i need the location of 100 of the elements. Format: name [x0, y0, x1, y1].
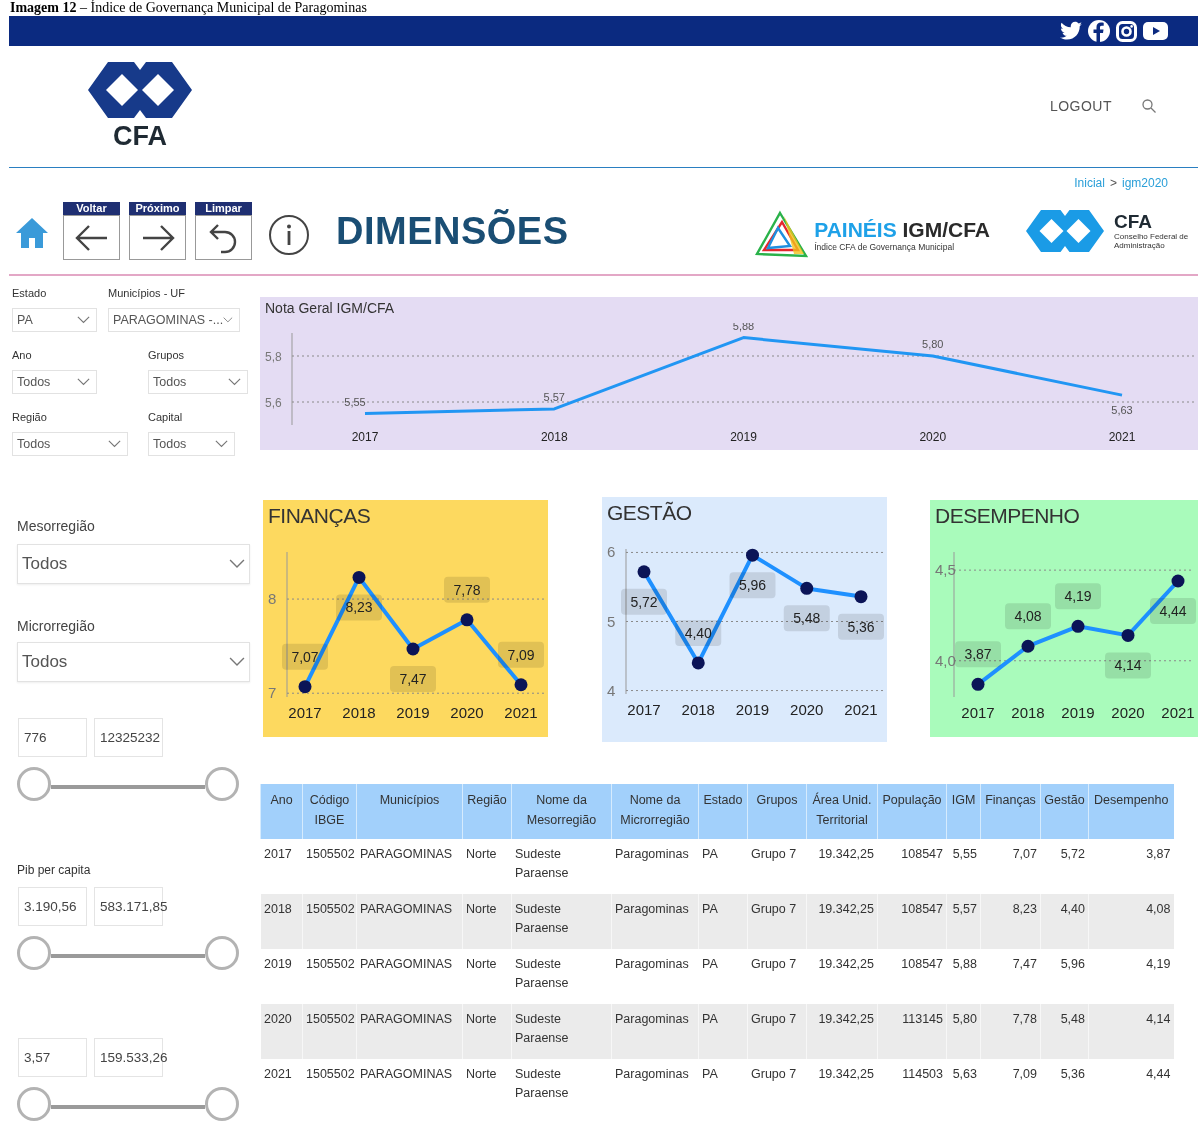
chevron-icon: [77, 316, 90, 324]
slider-thumb[interactable]: [205, 936, 239, 970]
filter-label: Estado: [12, 286, 48, 300]
table-cell: PARAGOMINAS: [356, 894, 463, 949]
slider-thumb[interactable]: [17, 936, 51, 970]
data-label: 4,08: [1014, 608, 1042, 625]
input-field[interactable]: 776: [18, 718, 87, 757]
data-label: 4,40: [675, 619, 722, 646]
chevron-icon: [223, 316, 233, 324]
axis-label: 2019: [1061, 704, 1095, 721]
camera-icon[interactable]: [1116, 20, 1137, 42]
table-cell: 5,57: [946, 894, 981, 949]
data-label: 5,36: [838, 613, 884, 640]
table-cell: 1505502: [302, 894, 357, 949]
slider-track[interactable]: [51, 954, 205, 958]
dropdown[interactable]: Todos: [148, 370, 248, 394]
logo-icon: [88, 62, 192, 118]
data-label: 5,48: [793, 610, 821, 627]
table-cell: PA: [698, 894, 748, 949]
table-cell: 108547: [877, 894, 947, 949]
data-point: [352, 570, 366, 584]
axis-label: 2021: [844, 701, 878, 718]
data-label: 3,87: [964, 646, 992, 663]
slider-thumb[interactable]: [17, 767, 51, 801]
table-cell: Grupo 7: [747, 894, 807, 949]
column-header: Nome da Microrregião: [611, 784, 699, 839]
logout-link[interactable]: LOGOUT: [1049, 98, 1112, 114]
table-cell: Sudeste Paraense: [511, 894, 612, 949]
play-icon[interactable]: [1143, 22, 1168, 40]
input-field[interactable]: 3.190,56: [18, 887, 87, 926]
left-arrow-icon: [74, 223, 109, 252]
filter-label: Região: [12, 410, 48, 424]
dropdown[interactable]: PARAGOMINAS -...: [108, 308, 240, 332]
slider-track[interactable]: [51, 785, 205, 789]
data-label: 4,08: [1005, 603, 1051, 630]
data-label: 7,09: [498, 641, 544, 668]
data-label: 7,07: [291, 648, 319, 665]
data-label: 4,44: [1159, 603, 1187, 619]
home-icon[interactable]: [15, 216, 49, 250]
column-header: Região: [462, 784, 512, 839]
axis-label: 2018: [681, 701, 715, 718]
data-label: 5,96: [738, 577, 767, 594]
table-cell: 7,09: [980, 1059, 1041, 1114]
slider-thumb[interactable]: [205, 1087, 239, 1121]
column-header: Gestão: [1040, 784, 1089, 839]
brand-name: PAINÉIS IGM/CFA: [814, 218, 990, 242]
dropdown[interactable]: Todos: [12, 432, 128, 456]
logo-text: CFA: [113, 122, 167, 150]
dropdown[interactable]: Todos: [17, 642, 250, 682]
column-header: Municípios: [356, 784, 463, 839]
column-header: Código IBGE: [302, 784, 357, 839]
slider-thumb[interactable]: [17, 1087, 51, 1121]
right-arrow-icon: [140, 223, 175, 252]
input-field[interactable]: 3,57: [18, 1038, 87, 1077]
chevron-icon: [215, 440, 228, 448]
org-name: CFA: [1114, 212, 1153, 232]
axis-label: 2021: [1161, 704, 1195, 721]
axis-label: 2020: [919, 430, 947, 444]
logo-icon: [1026, 210, 1104, 252]
data-label: 4,14: [1114, 657, 1142, 674]
data-label: 5,72: [621, 588, 667, 615]
data-label: 7,07: [282, 643, 328, 670]
data-label: 7,09: [507, 646, 535, 663]
dropdown[interactable]: Todos: [17, 544, 250, 584]
circle-logo-icon[interactable]: [1088, 20, 1110, 42]
dropdown[interactable]: PA: [12, 308, 97, 332]
data-point: [746, 548, 759, 562]
info-icon[interactable]: [268, 214, 310, 256]
chart-title: FINANÇAS: [267, 503, 372, 529]
data-label: 5,55: [344, 395, 366, 408]
data-point: [406, 642, 420, 656]
data-label: 4,14: [1105, 652, 1151, 679]
table-cell: 19.342,25: [806, 1004, 878, 1059]
axis-label: 2018: [540, 430, 568, 444]
axis-label: 8: [268, 590, 277, 608]
table-cell: 113145: [877, 1004, 947, 1059]
axis-label: 2019: [396, 704, 430, 721]
bird-icon[interactable]: [1060, 21, 1082, 41]
slider-thumb[interactable]: [205, 767, 239, 801]
table-cell: Paragominas: [611, 1059, 699, 1114]
dropdown[interactable]: Todos: [148, 432, 235, 456]
table-cell: 5,80: [946, 1004, 981, 1059]
data-label: 7,47: [390, 666, 436, 692]
axis-label: 2018: [342, 704, 376, 721]
search-icon[interactable]: [1142, 99, 1156, 113]
filter-label: Capital: [148, 410, 184, 424]
axis-label: 5,8: [265, 350, 282, 364]
table-cell: 1505502: [302, 1059, 357, 1114]
column-header: IGM: [946, 784, 981, 839]
chevron-icon: [108, 440, 121, 448]
dropdown[interactable]: Todos: [12, 370, 97, 394]
axis-label: 2017: [351, 430, 379, 444]
axis-label: 2017: [627, 701, 661, 718]
org-subtitle: Conselho Federal de Administração: [1114, 232, 1190, 250]
data-label: 4,40: [684, 624, 713, 641]
axis-label: 4,5: [935, 561, 956, 579]
data-label: 5,80: [922, 338, 944, 350]
slider-track[interactable]: [51, 1105, 205, 1109]
table-cell: Grupo 7: [747, 1059, 807, 1114]
input-field[interactable]: 12325232: [94, 718, 163, 757]
